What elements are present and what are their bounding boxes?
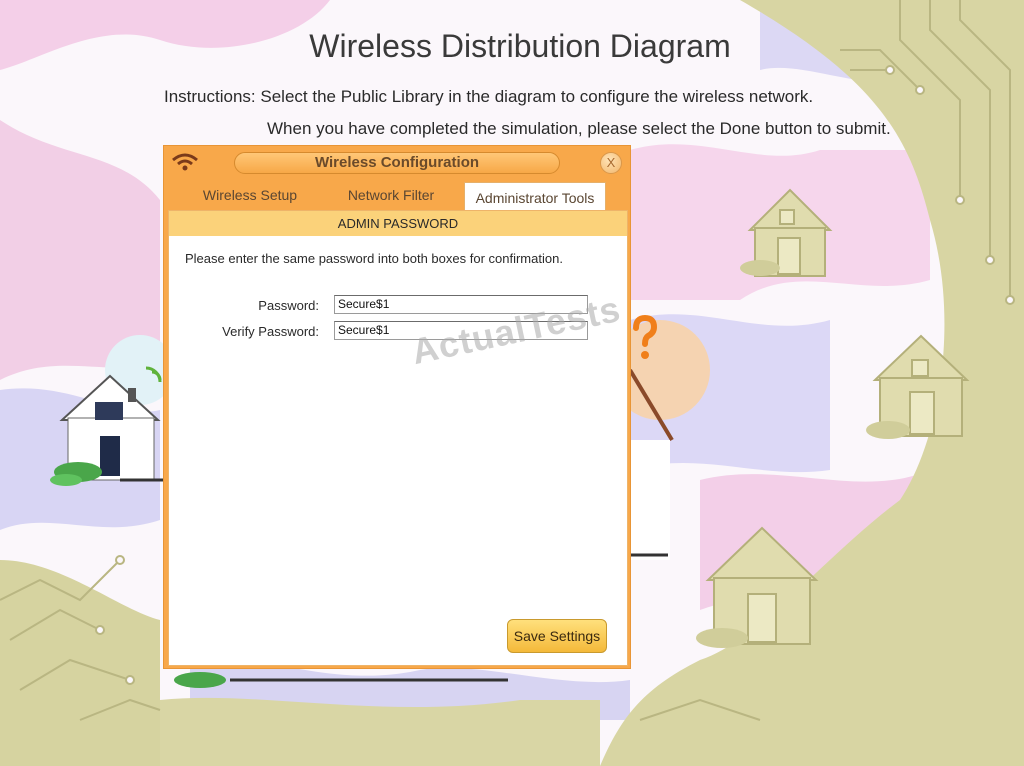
- confirmation-instruction: Please enter the same password into both…: [185, 251, 563, 266]
- instruction-text-2: When you have completed the simulation, …: [267, 119, 891, 138]
- question-mark-icon[interactable]: [628, 314, 662, 362]
- dialog-content: ADMIN PASSWORD Please enter the same pas…: [168, 210, 628, 666]
- wifi-icon: [172, 153, 198, 171]
- tab-bar: Wireless Setup Network Filter Administra…: [164, 180, 630, 213]
- wireless-configuration-dialog: Wireless Configuration X Wireless Setup …: [164, 146, 630, 668]
- tab-wireless-setup[interactable]: Wireless Setup: [190, 180, 310, 210]
- save-settings-button[interactable]: Save Settings: [507, 619, 607, 653]
- instruction-text: Instructions: Select the Public Library …: [164, 87, 814, 106]
- tab-administrator-tools[interactable]: Administrator Tools: [464, 182, 606, 213]
- tab-network-filter[interactable]: Network Filter: [326, 180, 456, 210]
- page-title: Wireless Distribution Diagram: [309, 28, 731, 64]
- dialog-title: Wireless Configuration: [234, 152, 560, 174]
- close-icon[interactable]: X: [600, 152, 622, 174]
- verify-password-label: Verify Password:: [222, 324, 319, 339]
- password-label: Password:: [258, 298, 319, 313]
- section-header: ADMIN PASSWORD: [169, 211, 627, 236]
- dialog-titlebar: Wireless Configuration X: [164, 146, 630, 180]
